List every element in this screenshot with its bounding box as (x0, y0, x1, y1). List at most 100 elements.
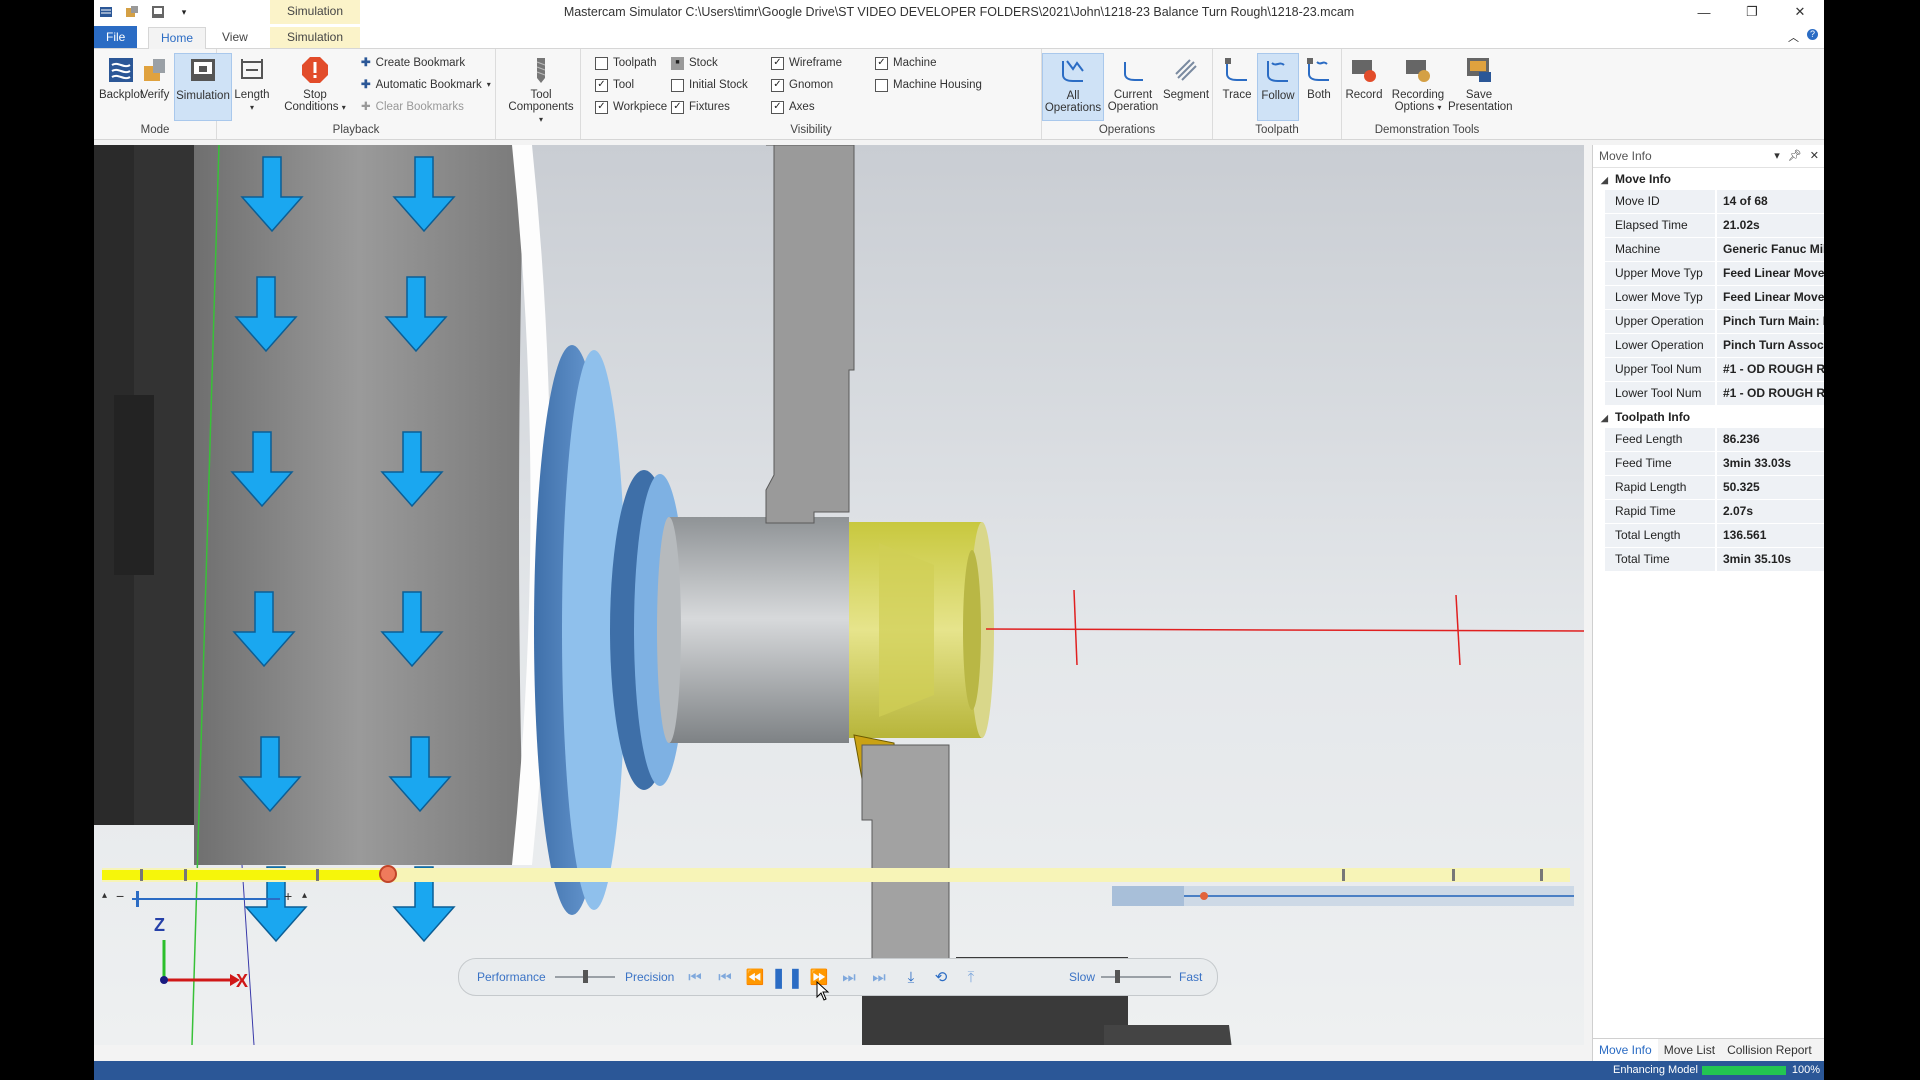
panel-close-icon[interactable]: ✕ (1810, 145, 1819, 167)
zoom-minus-button[interactable]: − (116, 888, 124, 904)
machine-housing-checkbox[interactable]: Machine Housing (875, 75, 982, 95)
toolpath-checkbox[interactable]: Toolpath (595, 53, 656, 73)
speed-slider-track[interactable] (1101, 976, 1171, 978)
toolpath-info-rows: Feed Length 86.236 Feed Time 3min 33.03s Rap… (1593, 428, 1824, 572)
pin-icon[interactable]: 📌︎ (1788, 145, 1802, 167)
pause-icon[interactable]: ❚❚ (770, 967, 804, 989)
timeline-bookmark[interactable] (1452, 869, 1455, 881)
property-value: 14 of 68 (1717, 190, 1824, 213)
machine-checkbox[interactable]: ✓ Machine (875, 53, 936, 73)
move-info-section-header[interactable]: ◢ Move Info (1593, 168, 1824, 190)
follow-button[interactable]: Follow (1257, 53, 1299, 121)
save-presentation-button[interactable]: Save Presentation (1448, 53, 1513, 119)
tab-home[interactable]: Home (148, 27, 207, 49)
zoom-out-small-icon[interactable]: ▴ (102, 890, 107, 901)
timeline-track[interactable] (102, 865, 1570, 883)
gnomon-z-label: Z (154, 915, 165, 935)
go-to-start-icon[interactable]: ⏮ (685, 967, 705, 987)
property-row: Lower Tool Num#1 - OD ROUGH RIG (1593, 382, 1824, 406)
wireframe-check[interactable]: ✓ (771, 56, 784, 70)
maximize-button[interactable]: ❐ (1728, 0, 1776, 24)
simulation-viewport[interactable]: Z X Performance Precision ⏮ ⏮ ⏪ ❚❚ ⏩ ⏭ ⏭… (94, 145, 1584, 1045)
current-operation-button[interactable]: Current Operation (1104, 53, 1162, 119)
automatic-bookmark-button[interactable]: ✚ Automatic Bookmark ▾ (361, 75, 491, 95)
wireframe-checkbox[interactable]: ✓ Wireframe (771, 53, 842, 73)
tab-simulation[interactable]: Simulation (270, 27, 360, 48)
next-operation-icon[interactable]: ⤒ (961, 967, 981, 987)
all-operations-label: All Operations (1044, 90, 1102, 114)
zoom-slider-track[interactable] (132, 898, 280, 900)
timeline-bookmark[interactable] (316, 869, 319, 881)
create-bookmark-button[interactable]: ✚ Create Bookmark (361, 53, 465, 73)
tab-collision-report[interactable]: Collision Report (1721, 1039, 1818, 1061)
collapse-triangle-icon[interactable]: ◢ (1601, 169, 1615, 191)
timeline-thumb[interactable] (379, 865, 398, 883)
axes-check[interactable]: ✓ (771, 100, 784, 114)
tab-move-list[interactable]: Move List (1658, 1039, 1721, 1061)
stock-checkbox[interactable]: ■ Stock (671, 53, 718, 73)
machine-check[interactable]: ✓ (875, 56, 888, 70)
gnomon-check-label: Gnomon (789, 79, 834, 91)
gnomon-checkbox[interactable]: ✓ Gnomon (771, 75, 833, 95)
toolpath-info-section-header[interactable]: ◢ Toolpath Info (1593, 406, 1824, 428)
record-button[interactable]: Record (1342, 53, 1386, 119)
stop-conditions-button[interactable]: Stop Conditions ▾ (283, 53, 347, 119)
zoom-slider-thumb[interactable] (136, 891, 139, 907)
zoom-in-small-icon[interactable]: ▴ (302, 890, 307, 901)
length-button[interactable]: Length ▾ (225, 53, 279, 119)
minimize-button[interactable]: — (1680, 0, 1728, 24)
initial-stock-checkbox[interactable]: Initial Stock (671, 75, 748, 95)
next-move-icon[interactable]: ⤓ (901, 967, 921, 987)
quality-slider-thumb[interactable] (583, 970, 588, 983)
loop-icon[interactable]: ⟲ (931, 967, 951, 987)
tool-checkbox[interactable]: ✓ Tool (595, 75, 634, 95)
rewind-icon[interactable]: ⏪ (745, 967, 765, 987)
tab-view[interactable]: View (210, 27, 260, 48)
tab-file[interactable]: File (94, 26, 138, 48)
workpiece-check[interactable]: ✓ (595, 100, 608, 114)
both-button[interactable]: Both (1299, 53, 1339, 119)
timeline-bookmark[interactable] (1342, 869, 1345, 881)
machine-housing-check[interactable] (875, 78, 888, 92)
follow-label: Follow (1261, 90, 1295, 102)
trace-button[interactable]: Trace (1217, 53, 1257, 119)
verify-button[interactable]: Verify (136, 53, 174, 119)
timeline-overview[interactable] (1112, 886, 1574, 906)
all-operations-button[interactable]: All Operations (1042, 53, 1104, 121)
overview-thumb[interactable] (1200, 892, 1208, 900)
zoom-plus-button[interactable]: + (284, 888, 292, 904)
overview-window[interactable] (1112, 886, 1184, 906)
verify-label: Verify (140, 89, 170, 101)
property-value: 86.236 (1717, 428, 1824, 451)
recording-options-button[interactable]: Recording Options ▾ (1386, 53, 1450, 119)
clear-bookmarks-label: Clear Bookmarks (375, 101, 464, 113)
toolpath-check[interactable] (595, 56, 608, 70)
property-value: 50.325 (1717, 476, 1824, 499)
step-back-icon[interactable]: ⏮ (715, 967, 735, 987)
collapse-ribbon-icon[interactable]: ︿ (1788, 29, 1799, 45)
tab-move-info[interactable]: Move Info (1593, 1039, 1658, 1061)
go-to-end-icon[interactable]: ⏭ (869, 967, 889, 987)
tool-check[interactable]: ✓ (595, 78, 608, 92)
gnomon-check[interactable]: ✓ (771, 78, 784, 92)
ribbon-tab-row: File Home View Simulation ︿ ? (94, 24, 1824, 49)
axes-checkbox[interactable]: ✓ Axes (771, 97, 815, 117)
collapse-triangle-icon[interactable]: ◢ (1601, 407, 1615, 429)
clear-bookmarks-button[interactable]: ✚ Clear Bookmarks (361, 97, 464, 117)
panel-menu-icon[interactable]: ▾ (1774, 145, 1780, 167)
timeline-bookmark[interactable] (140, 869, 143, 881)
close-button[interactable]: ✕ (1776, 0, 1824, 24)
fixtures-check[interactable]: ✓ (671, 100, 684, 114)
tool-components-button[interactable]: Tool Components ▾ (506, 53, 576, 124)
stock-check[interactable]: ■ (671, 56, 684, 70)
segment-button[interactable]: Segment (1160, 53, 1212, 119)
step-forward-icon[interactable]: ⏭ (839, 967, 859, 987)
initial-stock-check[interactable] (671, 78, 684, 92)
workpiece-checkbox[interactable]: ✓ Workpiece (595, 97, 667, 117)
speed-slider-thumb[interactable] (1115, 970, 1120, 983)
timeline-bookmark[interactable] (1540, 869, 1543, 881)
recording-options-icon (1403, 55, 1433, 85)
fixtures-checkbox[interactable]: ✓ Fixtures (671, 97, 730, 117)
help-icon[interactable]: ? (1807, 29, 1818, 40)
timeline-bookmark[interactable] (184, 869, 187, 881)
